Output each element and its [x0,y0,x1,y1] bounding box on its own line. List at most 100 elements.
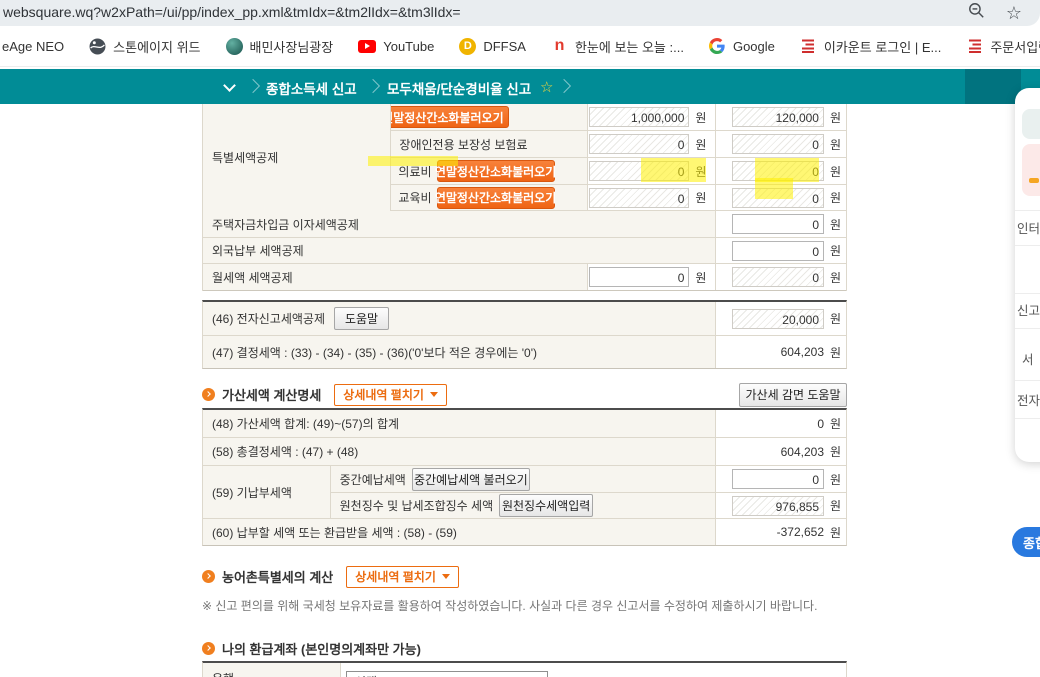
quick-menu-chip[interactable] [1022,109,1040,139]
breadcrumb-separator [557,79,571,93]
special-deduction-label-cell: 특별세액공제 [203,104,391,211]
bookmark-stoneage[interactable]: 스톤에이지 위드 [89,37,200,56]
globe-icon [89,38,106,55]
bookmark-label: 한눈에 보는 오늘 :... [575,37,684,56]
quick-menu-item[interactable]: 전자 [1017,390,1040,409]
foreign-tax-credit-input[interactable]: 0 [732,241,824,261]
won-suffix: 원 [830,471,843,488]
education-expense-input-2[interactable]: 0 [732,188,824,208]
url-bar[interactable]: websquare.wq?w2xPath=/ui/pp/index_pp.xml… [0,0,1040,26]
yearend-simplified-import-button[interactable]: 연말정산간소화불러오기 [437,187,555,209]
table-row: (46) 전자신고세액공제 도움말 20,000원 [203,302,846,336]
withholding-tax-input[interactable]: 976,855 [732,496,824,516]
won-suffix: 원 [695,163,708,180]
interim-prepayment-input[interactable]: 0 [732,469,824,489]
zoom-out-icon[interactable] [967,1,986,25]
payable-or-refund-value: -372,652 [777,525,824,539]
row-label: 교육비 [398,189,431,206]
url-text[interactable]: websquare.wq?w2xPath=/ui/pp/index_pp.xml… [3,4,461,20]
bookmark-label: 주문서입력 [990,37,1040,56]
row-label: 주택자금차입금 이자세액공제 [212,216,359,233]
favorite-star-icon[interactable]: ☆ [540,78,553,96]
won-suffix: 원 [830,136,843,153]
nav-tab-simple-filing[interactable]: 모두채움/단순경비율 신고 [387,78,531,98]
section-bullet-icon [202,642,215,655]
quick-menu-item[interactable]: 서 [1022,349,1034,368]
sub-row-label: 원천징수 및 납세조합징수 세액 [340,497,494,514]
bookmark-label: 스톤에이지 위드 [113,37,200,56]
table-row: (59) 기납부세액 중간예납세액 중간예납세액 불러오기 원천징수 및 납세조… [203,466,846,519]
row-label: (47) 결정세액 : (33) - (34) - (35) - (36)('0… [212,344,537,361]
row-label: (48) 가산세액 합계: (49)~(57)의 합계 [212,415,399,432]
expand-detail-button[interactable]: 상세내역 펼치기 [346,566,459,588]
row-label: 외국납부 세액공제 [212,242,304,259]
bookmark-eage-neo[interactable]: eAge NEO [2,39,64,54]
sub-row-label: 중간예납세액 [340,471,406,488]
refund-account-table: 은행 선택 [202,661,847,677]
row-label: 특별세액공제 [212,149,278,166]
bookmark-dffsa[interactable]: D DFFSA [459,38,526,55]
help-button[interactable]: 도움말 [334,307,389,330]
ecount-icon [800,38,817,55]
insurance-premium-input-1[interactable]: 1,000,000 [589,107,689,127]
section-title: 나의 환급계좌 (본인명의계좌만 가능) [222,639,421,658]
row-label: 은행 [212,670,234,677]
nav-tab-income-tax[interactable]: 종합소득세 신고 [266,78,357,98]
top-nav-bar: 종합소득세 신고 모두채움/단순경비율 신고 ☆ [0,69,1040,104]
bookmark-ecount-login[interactable]: 이카운트 로그인 | E... [800,37,941,56]
bank-select[interactable]: 선택 [346,671,548,677]
bookmark-baemin[interactable]: 배민사장님광장 [226,37,334,56]
won-suffix: 원 [830,109,843,126]
penalty-reduction-help-button[interactable]: 가산세 감면 도움말 [739,383,847,407]
divider [1015,380,1040,381]
chevron-down-icon[interactable] [223,79,236,92]
medical-expense-input-2[interactable]: 0 [732,161,824,181]
refund-account-section-header: 나의 환급계좌 (본인명의계좌만 가능) [202,639,847,657]
yearend-simplified-import-button[interactable]: 연말정산간소화불러오기 [437,160,555,182]
withholding-tax-entry-button[interactable]: 원천징수세액입력 [499,494,593,517]
bookmark-label: eAge NEO [2,39,64,54]
divider [1015,328,1040,329]
quick-menu-chip-active[interactable] [1022,144,1040,196]
nav-dark-segment [965,69,1021,104]
monthly-rent-credit-input-1[interactable]: 0 [589,267,689,287]
won-suffix: 원 [695,109,708,126]
bookmark-label: YouTube [383,39,434,54]
dropdown-arrow-icon [430,392,438,397]
google-g-icon [709,38,726,55]
bookmark-google[interactable]: Google [709,38,775,55]
monthly-rent-credit-input-2[interactable]: 0 [732,267,824,287]
housing-loan-interest-input[interactable]: 0 [732,214,824,234]
efile-credit-input[interactable]: 20,000 [732,309,824,329]
table-row: (48) 가산세액 합계: (49)~(57)의 합계 0원 [203,410,846,438]
efile-credit-table: (46) 전자신고세액공제 도움말 20,000원 (47) 결정세액 : (3… [202,300,847,369]
bookmark-youtube[interactable]: YouTube [358,39,434,54]
won-suffix: 원 [830,415,843,432]
education-expense-input-1[interactable]: 0 [589,188,689,208]
row-label: (60) 납부할 세액 또는 환급받을 세액 : (58) - (59) [212,524,457,541]
quick-menu-item[interactable]: 신고 [1017,300,1040,319]
bookmark-naver-today[interactable]: n 한눈에 보는 오늘 :... [551,37,684,56]
section-bullet-icon [202,388,215,401]
chat-help-button[interactable]: 종합 [1012,527,1040,557]
quick-menu-panel: 인터 신고 서 전자 [1015,88,1040,462]
disability-insurance-input-1[interactable]: 0 [589,134,689,154]
won-suffix: 원 [830,497,843,514]
won-suffix: 원 [830,242,843,259]
insurance-premium-input-2[interactable]: 120,000 [732,107,824,127]
table-row: 월세액 세액공제 0원 0원 [203,264,846,291]
won-suffix: 원 [830,189,843,206]
interim-prepayment-import-button[interactable]: 중간예납세액 불러오기 [412,468,530,491]
medical-expense-input-1[interactable]: 0 [589,161,689,181]
yearend-simplified-import-button[interactable]: 연말정산간소화불러오기 [376,106,509,128]
dropdown-arrow-icon [442,574,450,579]
won-suffix: 원 [695,136,708,153]
divider [1015,245,1040,246]
bookmark-order-entry[interactable]: 주문서입력 [966,37,1040,56]
expand-detail-button[interactable]: 상세내역 펼치기 [334,384,447,406]
won-suffix: 원 [830,269,843,286]
disability-insurance-input-2[interactable]: 0 [732,134,824,154]
row-label: 월세액 세액공제 [212,269,293,286]
quick-menu-item[interactable]: 인터 [1017,218,1040,237]
bookmark-star-icon[interactable]: ☆ [1006,4,1022,22]
